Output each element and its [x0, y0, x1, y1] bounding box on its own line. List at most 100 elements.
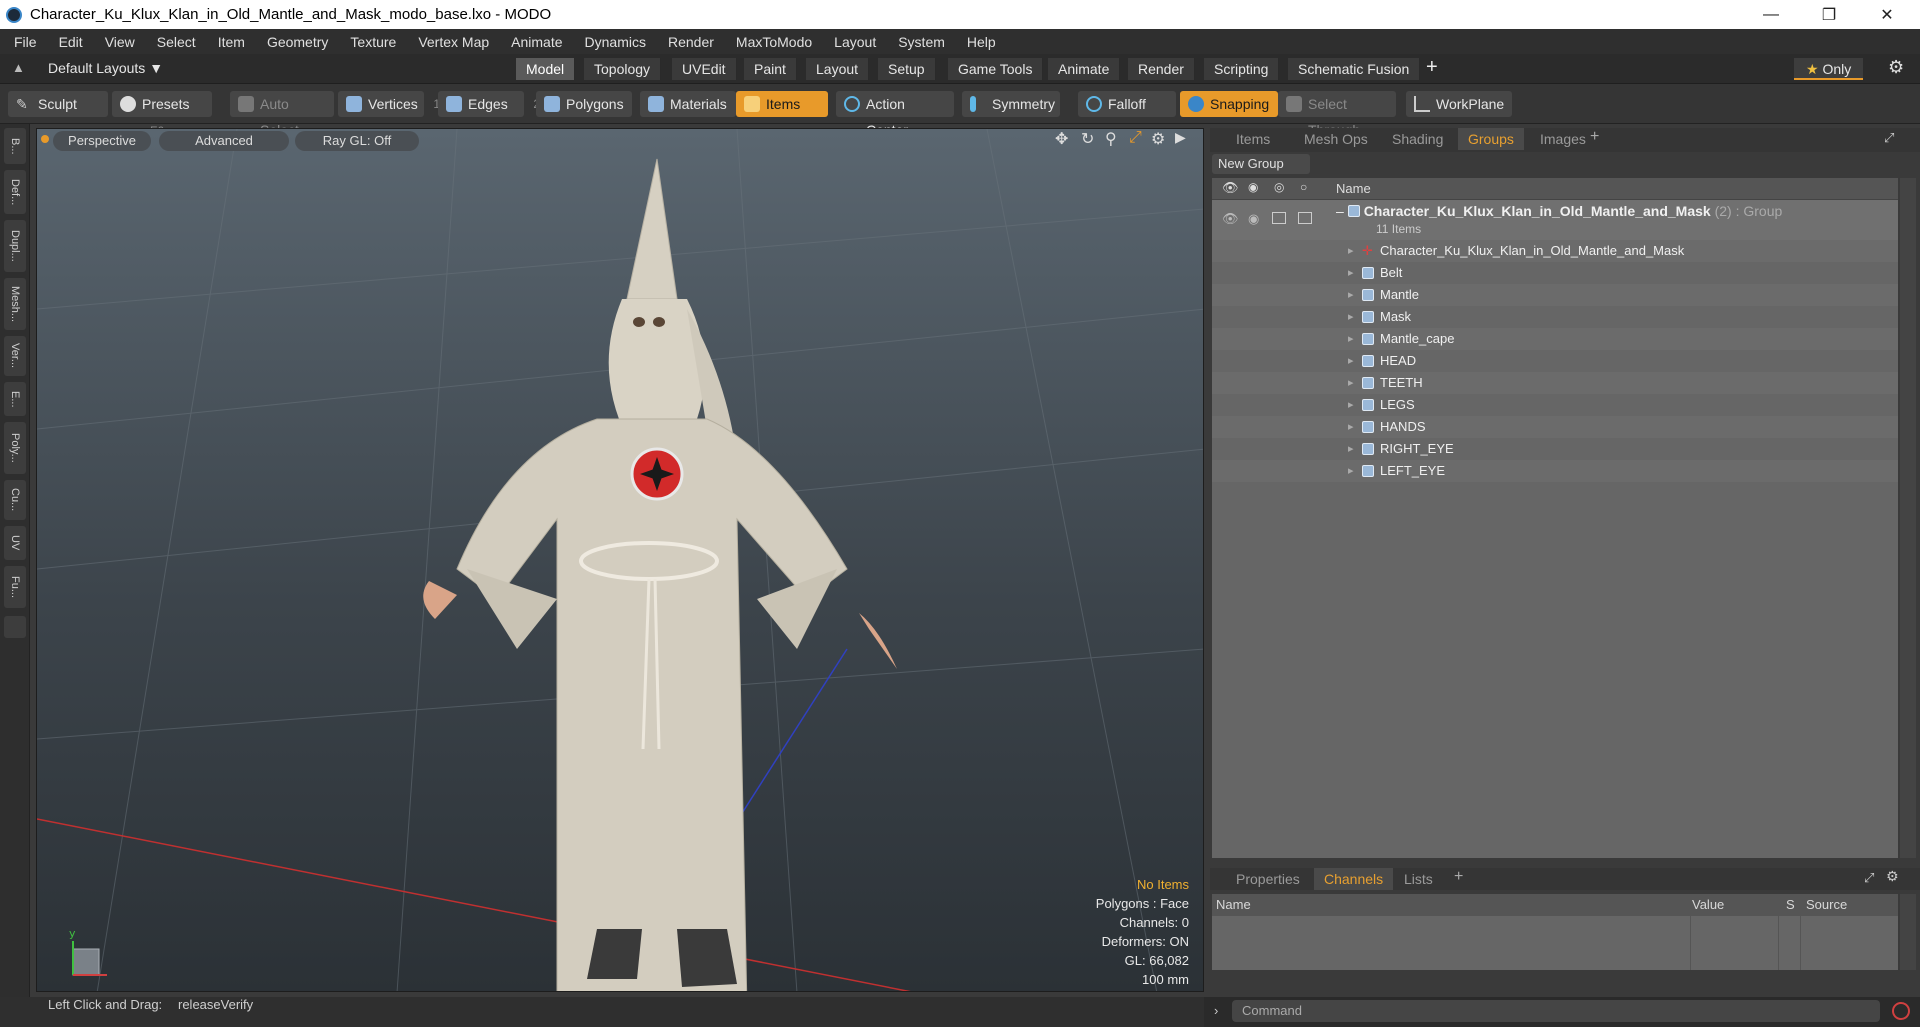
menu-item[interactable]: Item [218, 34, 245, 50]
palette-tab-polygon[interactable]: Poly... [4, 422, 26, 474]
add-tab-icon[interactable]: + [1426, 56, 1438, 79]
palette-tab-mesh[interactable]: Mesh... [4, 278, 26, 330]
list-item[interactable]: ▸ Belt [1212, 262, 1898, 284]
edges-button[interactable]: Edges2 [438, 91, 540, 117]
falloff-button[interactable]: Falloff [1078, 91, 1176, 117]
tab-setup[interactable]: Setup [878, 58, 936, 80]
tab-channels[interactable]: Channels [1314, 868, 1394, 890]
palette-tab-uv[interactable]: UV [4, 526, 26, 560]
sculpt-button[interactable]: ✎ Sculpt [8, 91, 108, 117]
tab-items[interactable]: Items [1226, 128, 1281, 150]
add-tab-icon[interactable]: + [1590, 128, 1599, 146]
groups-scrollbar[interactable] [1900, 178, 1916, 858]
tab-game-tools[interactable]: Game Tools [948, 58, 1044, 80]
move-view-icon[interactable]: ✥ [1055, 129, 1068, 149]
perspective-dropdown[interactable]: Perspective [53, 131, 151, 151]
list-item[interactable]: ▸ HANDS [1212, 416, 1898, 438]
raygl-dropdown[interactable]: Ray GL: Off [295, 131, 419, 151]
list-item[interactable]: ▸ Mantle_cape [1212, 328, 1898, 350]
render-toggle-icon[interactable]: ◉ [1248, 208, 1259, 230]
symmetry-button[interactable]: Symmetry [962, 91, 1060, 117]
list-item[interactable]: ▸ LEFT_EYE [1212, 460, 1898, 482]
list-item[interactable]: ▸ TEETH [1212, 372, 1898, 394]
select-icon[interactable]: ○ [1300, 180, 1307, 194]
menu-system[interactable]: System [898, 34, 945, 50]
visibility-eye-icon[interactable]: 👁 [1222, 180, 1239, 196]
viewport-options-icon[interactable] [41, 135, 49, 143]
list-item[interactable]: ▸ RIGHT_EYE [1212, 438, 1898, 460]
menu-help[interactable]: Help [967, 34, 996, 50]
palette-tab-basic[interactable]: B... [4, 128, 26, 164]
menu-dynamics[interactable]: Dynamics [585, 34, 646, 50]
tab-paint[interactable]: Paint [744, 58, 797, 80]
zoom-view-icon[interactable]: ⚲ [1105, 129, 1117, 149]
minimize-icon[interactable]: — [1742, 0, 1800, 29]
list-item[interactable]: ▸ Mantle [1212, 284, 1898, 306]
tab-animate[interactable]: Animate [1048, 58, 1121, 80]
palette-tab-vertex[interactable]: Ver... [4, 336, 26, 376]
fit-view-icon[interactable]: ⤢ [1129, 129, 1142, 147]
tab-render[interactable]: Render [1128, 58, 1195, 80]
tab-mesh-ops[interactable]: Mesh Ops [1294, 128, 1378, 150]
menu-animate[interactable]: Animate [511, 34, 562, 50]
gear-icon[interactable]: ⚙ [1888, 57, 1904, 78]
only-toggle[interactable]: ★ Only [1794, 58, 1864, 80]
viewport-gear-icon[interactable]: ⚙ [1151, 129, 1165, 149]
palette-tab-duplicate[interactable]: Dupl... [4, 220, 26, 272]
palette-tab-edge[interactable]: E... [4, 382, 26, 416]
snapping-button[interactable]: Snapping [1180, 91, 1278, 117]
list-item[interactable]: ▸ HEAD [1212, 350, 1898, 372]
lock-checkbox[interactable] [1272, 212, 1286, 224]
layout-dropdown[interactable]: Default Layouts ▼ [48, 60, 163, 76]
menu-vertex-map[interactable]: Vertex Map [418, 34, 489, 50]
close-icon[interactable]: ✕ [1858, 0, 1916, 29]
visibility-eye-icon[interactable]: 👁 [1222, 208, 1239, 230]
select-through-button[interactable]: Select Through [1278, 91, 1396, 138]
action-center-button[interactable]: Action Center [836, 91, 954, 138]
tab-properties[interactable]: Properties [1226, 868, 1310, 890]
minus-toggle-icon[interactable]: – [1336, 203, 1344, 219]
expand-panel-icon[interactable]: ⤢ [1864, 870, 1874, 886]
tab-model[interactable]: Model [516, 58, 576, 80]
menu-maxtomodo[interactable]: MaxToModo [736, 34, 812, 50]
workplane-button[interactable]: WorkPlane [1406, 91, 1512, 117]
palette-tab-fusion[interactable]: Fu... [4, 566, 26, 608]
materials-button[interactable]: Materials [640, 91, 736, 117]
render-icon[interactable]: ◉ [1248, 180, 1258, 194]
channels-scrollbar[interactable] [1900, 894, 1916, 970]
3d-viewport[interactable]: y Perspective Advanced Ray GL: Off ✥ ↻ ⚲… [36, 128, 1204, 992]
list-item[interactable]: ▸ Mask [1212, 306, 1898, 328]
tab-scripting[interactable]: Scripting [1204, 58, 1280, 80]
restore-icon[interactable]: ❐ [1800, 0, 1858, 29]
list-item[interactable]: ▸ LEGS [1212, 394, 1898, 416]
auto-select-button[interactable]: Auto Select [230, 91, 334, 138]
advanced-dropdown[interactable]: Advanced [159, 131, 289, 151]
tab-shading[interactable]: Shading [1382, 128, 1454, 150]
menu-edit[interactable]: Edit [59, 34, 83, 50]
menu-texture[interactable]: Texture [350, 34, 396, 50]
presets-button[interactable]: Presets F6 [112, 91, 212, 138]
menu-file[interactable]: File [14, 34, 37, 50]
command-input[interactable]: Command [1232, 1000, 1880, 1022]
tab-schematic-fusion[interactable]: Schematic Fusion [1288, 58, 1421, 80]
tab-uvedit[interactable]: UVEdit [672, 58, 737, 80]
select-checkbox[interactable] [1298, 212, 1312, 224]
add-tab-icon[interactable]: + [1454, 868, 1463, 886]
menu-render[interactable]: Render [668, 34, 714, 50]
props-gear-icon[interactable]: ⚙ [1886, 868, 1899, 885]
collapse-icon[interactable]: ▲ [12, 60, 25, 75]
tab-layout[interactable]: Layout [806, 58, 870, 80]
expand-panel-icon[interactable]: ⤢ [1884, 130, 1894, 146]
polygons-button[interactable]: Polygons [536, 91, 632, 117]
new-group-button[interactable]: New Group [1212, 154, 1310, 174]
tab-lists[interactable]: Lists [1394, 868, 1443, 890]
items-button[interactable]: Items [736, 91, 828, 117]
record-icon[interactable] [1892, 1002, 1910, 1020]
menu-layout[interactable]: Layout [834, 34, 876, 50]
lock-icon[interactable]: ◎ [1274, 180, 1284, 194]
viewport-more-icon[interactable]: ▶ [1175, 129, 1186, 146]
list-item[interactable]: ▸ ✛ Character_Ku_Klux_Klan_in_Old_Mantle_a… [1212, 240, 1898, 262]
palette-tab-curve[interactable]: Cu... [4, 480, 26, 520]
vertices-button[interactable]: Vertices 1 [338, 91, 440, 117]
menu-view[interactable]: View [105, 34, 135, 50]
